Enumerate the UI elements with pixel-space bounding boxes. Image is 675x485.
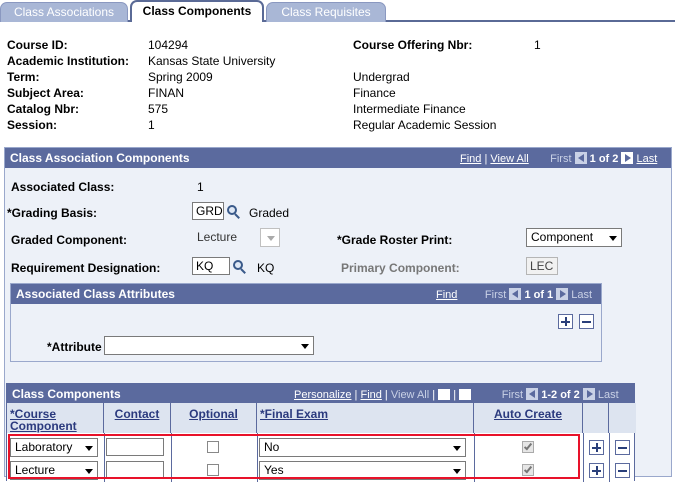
subject-area-desc: Finance	[353, 86, 396, 100]
col-auto-create[interactable]: Auto Create	[474, 403, 583, 433]
next-arrow-icon[interactable]	[621, 152, 634, 164]
term-value: Spring 2009	[148, 70, 213, 84]
session-desc: Regular Academic Session	[353, 118, 497, 132]
grading-basis-label: *Grading Basis:	[7, 206, 98, 220]
assoc-panel-title: Class Association Components	[10, 151, 190, 165]
assoc-last-link[interactable]: Last	[637, 153, 658, 165]
assoc-count: 1 of 2	[589, 153, 619, 165]
delete-row-minus-icon[interactable]	[615, 463, 630, 478]
grid-first-label: First	[501, 389, 524, 401]
attr-find-link[interactable]: Find	[436, 289, 457, 301]
associated-class-label: Associated Class:	[11, 180, 115, 194]
requirement-designation-label: Requirement Designation:	[11, 261, 161, 275]
subject-area-value: FINAN	[148, 86, 184, 100]
session-value: 1	[148, 118, 155, 132]
grade-roster-print-label: *Grade Roster Print:	[337, 233, 453, 247]
graded-component-dropdown	[260, 228, 280, 247]
grid-column-headers: *Course Component Contact Optional *Fina…	[7, 403, 636, 433]
col-contact[interactable]: Contact	[104, 403, 171, 433]
assoc-find-link[interactable]: Find	[460, 153, 481, 165]
grid-view-icon[interactable]	[459, 389, 472, 400]
assoc-first-label: First	[550, 153, 572, 165]
tab-class-components[interactable]: Class Components	[130, 0, 264, 22]
tab-class-requisites[interactable]: Class Requisites	[266, 2, 386, 22]
institution-label: Academic Institution:	[7, 54, 130, 68]
grid-divider	[609, 433, 610, 482]
term-label: Term:	[7, 70, 40, 84]
lookup-magnifier-icon[interactable]	[233, 260, 247, 274]
grid-last-label: Last	[597, 389, 619, 401]
catalog-nbr-value: 575	[148, 102, 169, 116]
primary-component-label: Primary Component:	[341, 261, 460, 275]
previous-arrow-icon	[509, 288, 522, 300]
attr-panel-header: Associated Class Attributes Find First 1…	[11, 284, 601, 304]
components-grid-header: Class Components Personalize | Find | Vi…	[7, 384, 634, 403]
requirement-designation-desc: KQ	[257, 261, 275, 275]
course-id-label: Course ID:	[7, 38, 68, 52]
add-row-plus-icon[interactable]	[558, 314, 573, 329]
tab-class-associations[interactable]: Class Associations	[0, 2, 128, 22]
col-add	[583, 403, 609, 433]
chevron-down-icon	[609, 236, 617, 241]
grid-count: 1-2 of 2	[541, 389, 580, 401]
delete-row-minus-icon[interactable]	[579, 314, 594, 329]
next-arrow-icon	[582, 388, 595, 400]
grade-roster-print-value: Component	[531, 230, 594, 244]
attribute-label: *Attribute	[47, 340, 102, 354]
chevron-down-icon	[267, 236, 275, 241]
nav-separator: |	[484, 153, 488, 165]
grade-roster-print-select[interactable]: Component	[526, 228, 622, 247]
assoc-panel-header: Class Association Components Find | View…	[5, 148, 671, 168]
institution-value: Kansas State University	[148, 54, 276, 68]
attr-panel-nav: Find First 1 of 1 Last	[436, 288, 592, 301]
components-grid-nav: Personalize | Find | View All | | First …	[294, 388, 619, 401]
add-row-plus-icon[interactable]	[589, 463, 604, 478]
assoc-panel-nav: Find | View All First 1 of 2 Last	[460, 152, 657, 165]
delete-row-minus-icon[interactable]	[615, 440, 630, 455]
catalog-desc: Intermediate Finance	[353, 102, 466, 116]
previous-arrow-icon	[526, 388, 539, 400]
subject-area-label: Subject Area:	[7, 86, 84, 100]
highlight-box	[8, 434, 580, 479]
col-final-exam[interactable]: *Final Exam	[257, 403, 474, 433]
components-grid-title: Class Components	[12, 387, 121, 401]
primary-component-value: LEC	[526, 257, 558, 275]
associated-class-value: 1	[197, 180, 204, 194]
grading-basis-desc: Graded	[249, 206, 290, 220]
session-label: Session:	[7, 118, 58, 132]
lookup-magnifier-icon[interactable]	[227, 205, 241, 219]
attribute-select[interactable]	[104, 336, 314, 355]
attr-first-label: First	[484, 289, 507, 301]
chevron-down-icon	[301, 344, 309, 349]
course-offering-nbr-value: 1	[534, 38, 541, 52]
course-offering-nbr-label: Course Offering Nbr:	[353, 38, 473, 52]
col-delete	[609, 403, 636, 433]
graded-component-value: Lecture	[197, 230, 238, 244]
attr-last-label: Last	[571, 289, 593, 301]
attr-panel-title: Associated Class Attributes	[16, 287, 175, 301]
attr-count: 1 of 1	[524, 289, 554, 301]
grid-divider	[583, 433, 584, 482]
grid-find-link[interactable]: Find	[360, 389, 381, 401]
grading-basis-input[interactable]: GRD	[192, 202, 224, 220]
catalog-nbr-label: Catalog Nbr:	[7, 102, 79, 116]
course-id-value: 104294	[148, 38, 189, 52]
graded-component-label: Graded Component:	[11, 233, 127, 247]
add-row-plus-icon[interactable]	[589, 440, 604, 455]
requirement-designation-input[interactable]: KQ	[192, 257, 230, 275]
col-course-component[interactable]: *Course Component	[7, 403, 104, 433]
next-arrow-icon	[556, 288, 569, 300]
tab-strip: Class Associations Class Components Clas…	[0, 0, 675, 22]
career-value: Undergrad	[353, 70, 410, 84]
download-icon[interactable]	[438, 389, 451, 400]
assoc-view-all-link[interactable]: View All	[490, 153, 528, 165]
grid-view-all-label: View All	[390, 389, 430, 401]
previous-arrow-icon	[574, 152, 587, 164]
personalize-link[interactable]: Personalize	[294, 389, 351, 401]
col-optional[interactable]: Optional	[171, 403, 257, 433]
